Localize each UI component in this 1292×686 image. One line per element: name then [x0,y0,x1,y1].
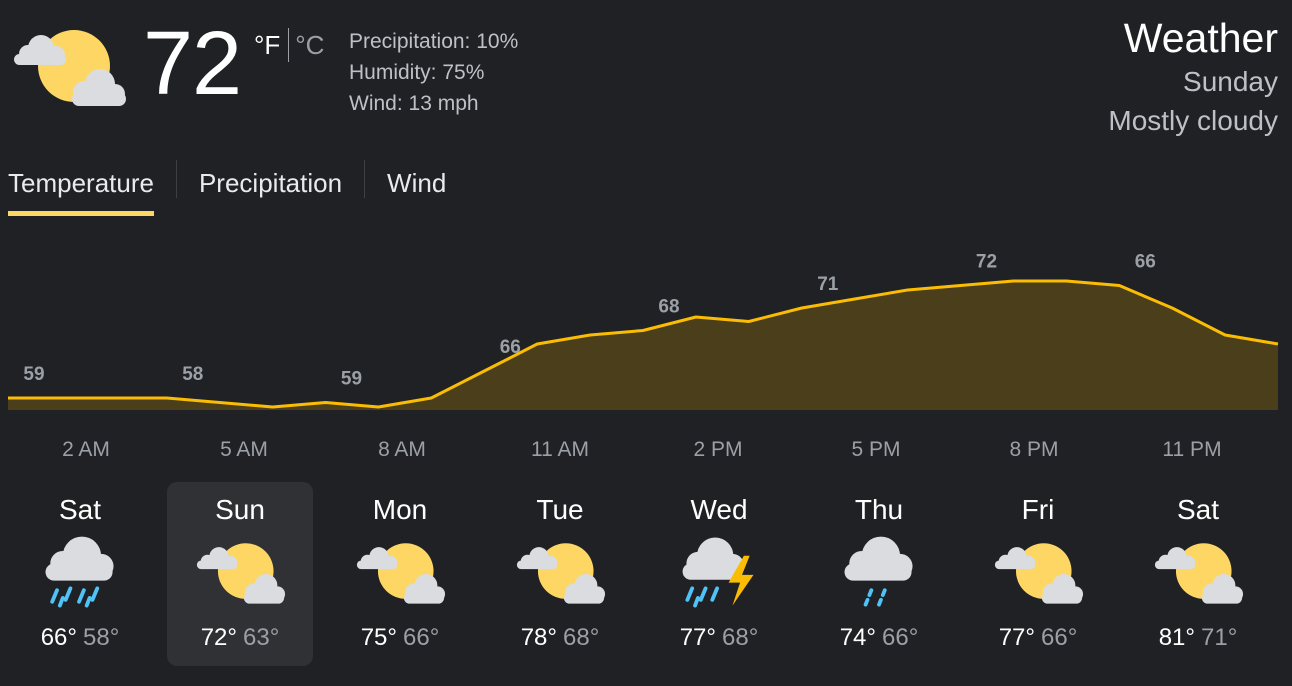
day-name: Mon [372,494,428,525]
day-temperatures: 74° 66° [806,624,952,652]
day-name: Sun [215,494,265,525]
unit-divider [288,28,290,62]
chart-data-label: 71 [817,274,839,295]
x-tick-label: 5 AM [220,438,268,461]
day-temperatures: 81° 71° [1125,624,1271,652]
low-temperature: 71° [1201,624,1238,651]
chart-data-label: 68 [658,297,679,318]
forecast-day-sat[interactable]: Sat 66° 58° [7,482,153,666]
chart-tabs: Temperature Precipitation Wind [8,160,446,216]
wind-text: Wind: 13 mph [349,92,479,115]
weather-widget: 72 °F °C Precipitation: 10% Humidity: 75… [0,0,1292,686]
partly-cloudy-icon [994,543,1084,604]
high-temperature: 72° [200,624,237,651]
low-temperature: 68° [563,624,600,651]
forecast-day-fri[interactable]: Fri 77° 66° [965,482,1111,666]
forecast-day-sun[interactable]: Sun 72° 63° [167,482,313,666]
day-name: Sat [1176,494,1220,525]
partly-cloudy-icon [14,30,126,106]
low-temperature: 58° [83,624,120,651]
low-temperature: 63° [243,624,280,651]
light-rain-icon [844,536,913,607]
daily-forecast: Sat 66° 58° Sun 72° 63° Mon 75° 66° Tue 78° 68° Wed 7… [0,482,1292,668]
forecast-day-wed[interactable]: Wed 77° 68° [646,482,792,666]
humidity-text: Humidity: 75% [349,61,485,84]
rain-icon [45,536,114,608]
day-name: Fri [1021,494,1055,525]
current-temperature: 72 [143,14,242,114]
current-details: Precipitation: 10% Humidity: 75% Wind: 1… [349,26,518,119]
day-temperatures: 72° 63° [167,624,313,652]
forecast-day-thu[interactable]: Thu 74° 66° [806,482,952,666]
tab-divider [364,160,366,198]
chart-data-label: 59 [23,364,44,385]
current-condition: Mostly cloudy [1108,105,1278,136]
tab-divider [175,160,177,198]
fahrenheit-toggle[interactable]: °F [254,30,280,61]
day-name: Thu [854,494,904,525]
chart-data-label: 72 [976,252,997,273]
high-temperature: 66° [40,624,77,651]
x-tick-label: 2 AM [62,438,110,461]
current-day: Sunday [1183,66,1278,97]
chart-data-label: 59 [341,369,362,390]
unit-toggle: °F °C [254,28,324,62]
day-temperatures: 77° 68° [646,624,792,652]
day-name: Wed [690,494,748,525]
low-temperature: 66° [1041,624,1078,651]
partly-cloudy-icon [516,543,606,604]
x-tick-label: 8 PM [1009,438,1058,461]
chart-data-label: 66 [500,337,521,358]
chart-data-label: 66 [1135,252,1156,273]
forecast-day-mon[interactable]: Mon 75° 66° [327,482,473,666]
x-tick-label: 5 PM [851,438,900,461]
high-temperature: 74° [839,624,876,651]
low-temperature: 66° [882,624,919,651]
temperature-chart[interactable]: 59 58 59 66 68 71 72 66 2 AM 5 AM 8 AM 11 AM 2 PM 5 P… [0,240,1292,470]
day-name: Tue [536,494,584,525]
day-temperatures: 77° 66° [965,624,1111,652]
forecast-day-sat[interactable]: Sat 81° 71° [1125,482,1271,666]
tab-wind[interactable]: Wind [387,160,446,216]
celsius-toggle[interactable]: °C [295,30,324,61]
x-tick-label: 11 PM [1162,438,1221,461]
day-temperatures: 66° 58° [7,624,153,652]
high-temperature: 75° [360,624,397,651]
partly-cloudy-icon [356,543,446,604]
day-name: Sat [58,494,102,525]
forecast-day-tue[interactable]: Tue 78° 68° [487,482,633,666]
high-temperature: 77° [998,624,1035,651]
thunderstorm-icon [682,537,754,608]
low-temperature: 66° [403,624,440,651]
weather-header: Weather Sunday Mostly cloudy [1108,14,1278,140]
partly-cloudy-icon [196,543,286,604]
chart-data-label: 58 [182,364,203,385]
temperature-area [8,281,1278,410]
partly-cloudy-icon [1154,543,1244,604]
tab-precipitation[interactable]: Precipitation [199,160,342,216]
widget-title: Weather [1123,15,1278,61]
high-temperature: 81° [1158,624,1195,651]
x-tick-label: 2 PM [693,438,742,461]
day-temperatures: 75° 66° [327,624,473,652]
high-temperature: 78° [520,624,557,651]
precipitation-text: Precipitation: 10% [349,30,519,53]
low-temperature: 68° [722,624,759,651]
x-tick-label: 11 AM [531,438,589,461]
x-tick-label: 8 AM [378,438,426,461]
tab-temperature[interactable]: Temperature [8,160,154,216]
high-temperature: 77° [679,624,716,651]
day-temperatures: 78° 68° [487,624,633,652]
